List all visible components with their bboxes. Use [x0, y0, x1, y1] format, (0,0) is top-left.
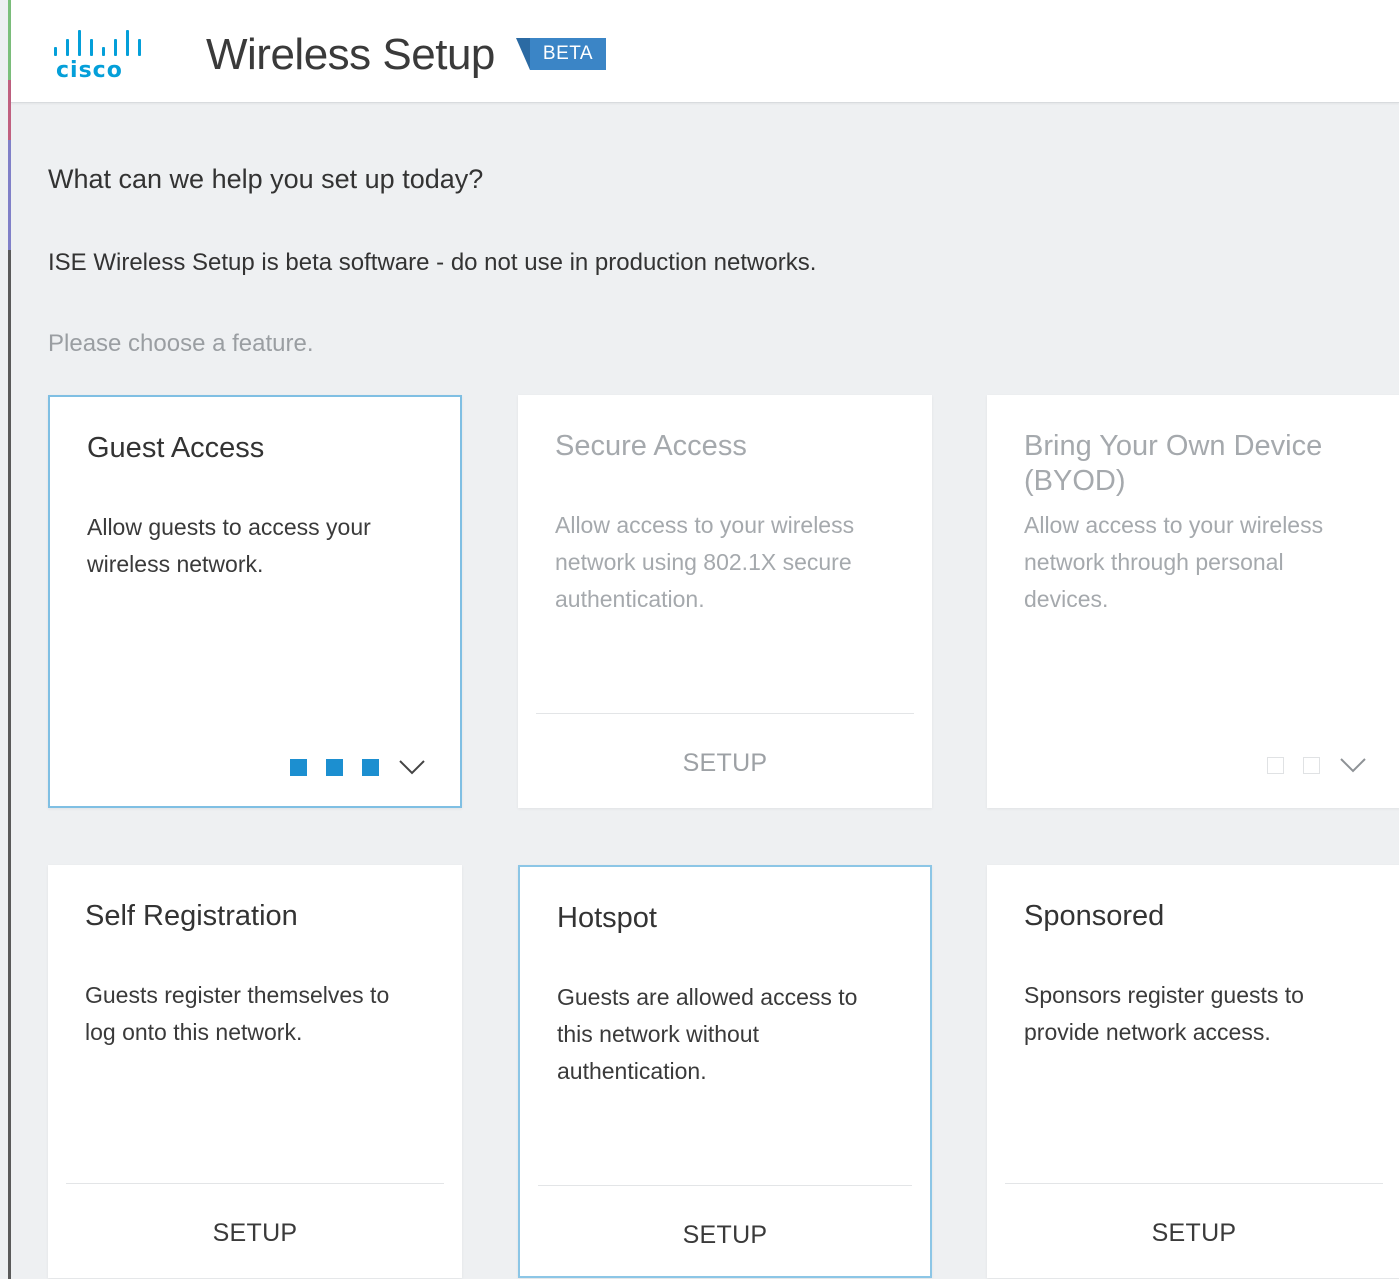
- card-title: Hotspot: [557, 902, 657, 934]
- empty-square-icon: [1267, 756, 1284, 774]
- setup-button[interactable]: SETUP: [48, 1219, 462, 1248]
- setup-button[interactable]: SETUP: [518, 749, 932, 778]
- filled-square-icon: [290, 758, 307, 776]
- card-description: Guests register themselves to log onto t…: [85, 982, 390, 1045]
- card-description: Guests are allowed access to this networ…: [557, 984, 858, 1084]
- chevron-down-icon[interactable]: [398, 757, 426, 777]
- card-sponsored[interactable]: Sponsored Sponsors register guests to pr…: [987, 865, 1399, 1278]
- card-description: Allow access to your wireless network us…: [555, 512, 855, 612]
- cisco-bars-icon: [49, 28, 144, 56]
- page-question: What can we help you set up today?: [48, 164, 484, 194]
- card-title: Sponsored: [1024, 900, 1165, 932]
- card-secure-access[interactable]: Secure Access Allow access to your wirel…: [518, 395, 932, 808]
- app-title: Wireless Setup: [206, 30, 495, 79]
- chevron-down-icon[interactable]: [1339, 755, 1367, 775]
- beta-warning: ISE Wireless Setup is beta software - do…: [48, 249, 817, 276]
- setup-button[interactable]: SETUP: [520, 1221, 930, 1250]
- card-description: Allow guests to access your wireless net…: [87, 514, 371, 577]
- app-window: cisco Wireless Setup BETA What can we he…: [0, 0, 1399, 1279]
- card-divider: [1005, 1183, 1383, 1184]
- filled-square-icon: [326, 758, 343, 776]
- card-description: Allow access to your wireless network th…: [1024, 512, 1324, 612]
- card-title: Bring Your Own Device (BYOD): [1024, 430, 1323, 497]
- card-guest-access[interactable]: Guest Access Allow guests to access your…: [48, 395, 462, 808]
- cisco-wordmark: cisco: [56, 58, 123, 83]
- app-header: cisco Wireless Setup BETA: [11, 0, 1399, 103]
- card-byod[interactable]: Bring Your Own Device (BYOD) Allow acces…: [987, 395, 1399, 808]
- filled-square-icon: [362, 758, 379, 776]
- progress-steps: [1267, 753, 1367, 777]
- card-self-registration[interactable]: Self Registration Guests register themse…: [48, 865, 462, 1278]
- card-title: Self Registration: [85, 900, 298, 932]
- feature-hint: Please choose a feature.: [48, 330, 314, 357]
- beta-badge-label: BETA: [530, 38, 606, 70]
- card-divider: [538, 1185, 912, 1186]
- setup-button[interactable]: SETUP: [987, 1219, 1399, 1248]
- window-edge: [8, 0, 11, 1279]
- card-divider: [536, 713, 914, 714]
- card-title: Guest Access: [87, 432, 265, 464]
- card-hotspot[interactable]: Hotspot Guests are allowed access to thi…: [518, 865, 932, 1278]
- progress-steps: [290, 755, 426, 779]
- beta-badge: BETA: [516, 38, 606, 72]
- empty-square-icon: [1303, 756, 1320, 774]
- card-divider: [66, 1183, 444, 1184]
- card-title: Secure Access: [555, 430, 747, 462]
- cisco-logo[interactable]: cisco: [49, 28, 144, 84]
- card-description: Sponsors register guests to provide netw…: [1024, 982, 1304, 1045]
